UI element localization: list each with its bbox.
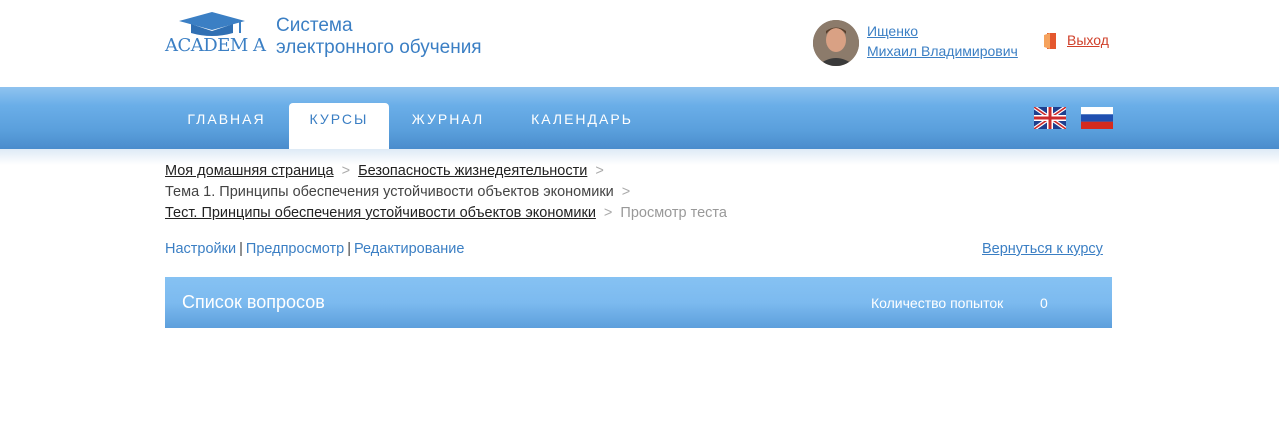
edit-link[interactable]: Редактирование: [354, 241, 464, 257]
logo-wordmark: ACADEM A: [165, 35, 266, 56]
user-first-names[interactable]: Михаил Владимирович: [867, 41, 1018, 61]
en-flag-icon[interactable]: [1034, 107, 1066, 129]
back-to-course-link[interactable]: Вернуться к курсу: [982, 241, 1103, 257]
questions-list-title: Список вопросов: [182, 292, 325, 312]
logout-link[interactable]: Выход: [1067, 32, 1109, 48]
breadcrumb: Моя домашняя страница > Безопасность жизне…: [165, 161, 727, 224]
questions-list-header: Список вопросов Количество попыток 0: [165, 277, 1112, 328]
settings-link[interactable]: Настройки: [165, 241, 236, 257]
breadcrumb-course[interactable]: Безопасность жизнедеятельности: [358, 163, 587, 179]
breadcrumb-separator: >: [603, 205, 613, 221]
main-nav: ГЛАВНАЯ КУРСЫ ЖУРНАЛ КАЛЕНДАРЬ: [0, 87, 1279, 149]
academia-logo[interactable]: ACADEM A: [165, 11, 266, 59]
header: ACADEM A Система электронного обучения И…: [0, 0, 1279, 87]
action-separator: |: [347, 241, 352, 257]
door-exit-icon[interactable]: [1043, 32, 1057, 50]
attempts-count-value: 0: [1040, 295, 1048, 311]
breadcrumb-separator: >: [341, 163, 351, 179]
graduation-cap-icon: [179, 12, 245, 36]
action-separator: |: [239, 241, 243, 257]
nav-item-courses[interactable]: КУРСЫ: [289, 103, 389, 149]
site-title-line-1: Система: [276, 15, 353, 36]
test-actions: Настройки | Предпросмотр | Редактирование: [165, 241, 464, 257]
user-last-name[interactable]: Ищенко: [867, 21, 1018, 41]
attempts-count-label: Количество попыток: [871, 295, 1004, 311]
site-title-line-2: электронного обучения: [276, 37, 482, 58]
breadcrumb-home[interactable]: Моя домашняя страница: [165, 163, 334, 179]
user-name-link[interactable]: Ищенко Михаил Владимирович: [867, 21, 1018, 61]
breadcrumb-current: Просмотр теста: [620, 205, 727, 221]
site-title: Система электронного обучения: [276, 15, 482, 59]
breadcrumb-separator: >: [595, 163, 604, 179]
breadcrumb-topic: Тема 1. Принципы обеспечения устойчивост…: [165, 184, 614, 200]
preview-link[interactable]: Предпросмотр: [246, 241, 344, 257]
breadcrumb-separator: >: [621, 184, 631, 200]
user-photo-icon: [813, 20, 859, 66]
breadcrumb-test[interactable]: Тест. Принципы обеспечения устойчивости …: [165, 205, 596, 221]
ru-flag-icon[interactable]: [1081, 107, 1113, 129]
avatar[interactable]: [813, 20, 859, 66]
nav-item-journal[interactable]: ЖУРНАЛ: [396, 103, 500, 149]
nav-item-home[interactable]: ГЛАВНАЯ: [165, 103, 288, 149]
nav-item-calendar[interactable]: КАЛЕНДАРЬ: [514, 103, 650, 149]
